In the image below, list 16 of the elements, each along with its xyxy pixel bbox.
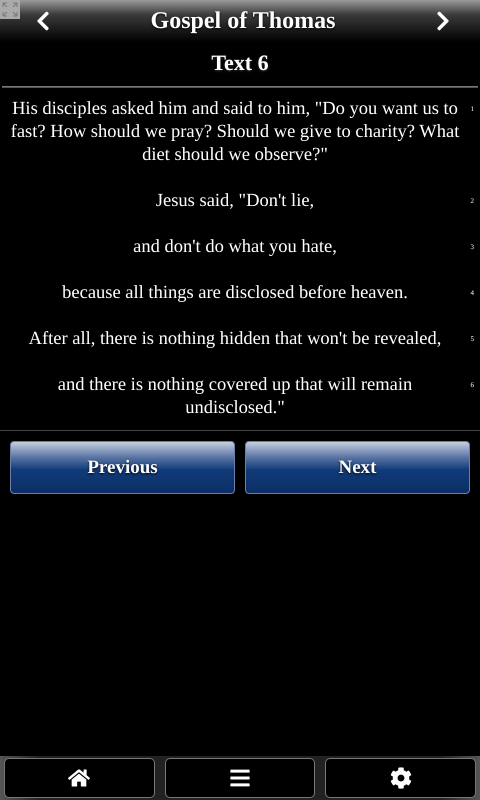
verse-text: His disciples asked him and said to him, "Do you want us to fast? How should we pray? Should we give to charity? What diet should we observe?" bbox=[10, 98, 460, 167]
app-title: Gospel of Thomas bbox=[150, 8, 336, 34]
menu-button[interactable] bbox=[164, 758, 316, 798]
next-button[interactable]: Next bbox=[245, 441, 470, 494]
settings-icon bbox=[390, 767, 412, 789]
verse-text: and don't do what you hate, bbox=[132, 236, 338, 259]
menu-icon bbox=[229, 767, 251, 789]
home-button[interactable] bbox=[4, 758, 155, 798]
settings-button[interactable] bbox=[325, 758, 476, 798]
verse-text: Jesus said, "Don't lie, bbox=[154, 190, 316, 213]
verse-text: and there is nothing covered up that will remain undisclosed." bbox=[56, 374, 414, 420]
verse-text: After all, there is nothing hidden that won't be revealed, bbox=[28, 328, 442, 351]
verse-text: because all things are disclosed before heaven. bbox=[61, 282, 409, 305]
previous-button[interactable]: Previous bbox=[10, 441, 235, 494]
home-icon bbox=[68, 767, 90, 789]
text-title: Text 6 bbox=[210, 49, 270, 77]
